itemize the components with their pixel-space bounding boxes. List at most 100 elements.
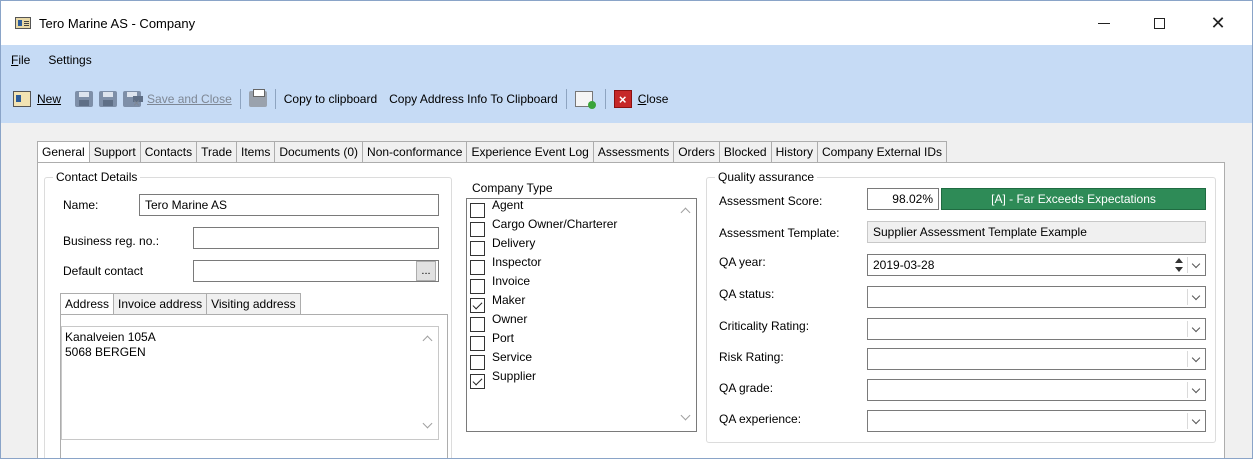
tab-general[interactable]: General [37,141,90,164]
tab-support[interactable]: Support [89,141,141,163]
save-as-icon[interactable] [99,91,118,107]
list-item-label: Inspector [492,255,542,269]
criticality-rating-select[interactable] [867,318,1206,340]
name-label: Name: [63,198,99,212]
printer-icon[interactable] [248,89,267,107]
chevron-down-icon[interactable] [1187,351,1203,367]
save-and-close-button[interactable]: Save and Close [123,87,232,111]
close-label: Close [637,92,669,106]
list-item[interactable]: Inspector [470,255,542,275]
qa-status-select[interactable] [867,286,1206,308]
list-item[interactable]: Port [470,331,515,351]
chevron-down-icon[interactable] [1187,413,1203,429]
checkbox-owner[interactable] [470,317,485,332]
list-item[interactable]: Agent [470,198,523,218]
address-scrollbar[interactable] [420,329,436,437]
assessment-score-field: 98.02% [867,188,939,210]
list-item[interactable]: Service [470,350,533,370]
assessment-grade-badge: [A] - Far Exceeds Expectations [941,188,1206,210]
maximize-button[interactable] [1136,9,1182,37]
quality-assurance-group: Quality assurance [706,170,1216,443]
list-item-label: Delivery [492,236,536,250]
qa-grade-select[interactable] [867,379,1206,401]
checkbox-agent[interactable] [470,203,485,218]
tab-invoice-address[interactable]: Invoice address [114,293,208,315]
default-contact-browse-button[interactable]: ... [416,261,436,281]
list-item[interactable]: Owner [470,312,527,332]
business-reg-field[interactable] [193,227,439,249]
checkbox-supplier[interactable] [470,374,485,389]
chevron-down-icon[interactable] [1187,321,1203,337]
checkbox-service[interactable] [470,355,485,370]
company-type-list[interactable]: Agent Cargo Owner/Charterer Delivery Ins… [466,198,697,432]
scroll-down-icon[interactable] [422,418,433,429]
save-icon[interactable] [75,91,94,107]
notes-icon[interactable] [574,91,596,109]
tab-company-external-ids[interactable]: Company External IDs [817,141,947,163]
company-type-scrollbar[interactable] [678,201,694,429]
toolbar-separator [604,89,606,109]
window-close-button[interactable]: ✕ [1195,9,1241,37]
chevron-down-icon[interactable] [1187,382,1203,398]
assessment-score-value: 98.02% [892,192,933,206]
list-item[interactable]: Maker [470,293,526,313]
name-field[interactable]: Tero Marine AS [139,194,439,216]
tab-assessments[interactable]: Assessments [593,141,675,163]
tab-trade[interactable]: Trade [197,141,237,163]
close-button[interactable]: × Close [613,87,669,111]
list-item[interactable]: Invoice [470,274,530,294]
checkbox-port[interactable] [470,336,485,351]
checkbox-cargo-owner[interactable] [470,222,485,237]
save-close-icon [123,91,144,107]
chevron-down-icon[interactable] [1187,289,1203,305]
qa-year-datepicker[interactable]: 2019-03-28 [867,254,1206,276]
tab-orders[interactable]: Orders [674,141,720,163]
company-window: Tero Marine AS - Company ✕ File Settings… [0,0,1253,459]
risk-rating-select[interactable] [867,348,1206,370]
scroll-up-icon[interactable] [422,335,433,346]
default-contact-field[interactable] [193,260,439,282]
list-item[interactable]: Delivery [470,236,536,256]
list-item-label: Maker [492,293,526,307]
tab-history[interactable]: History [771,141,818,163]
tab-address[interactable]: Address [60,293,115,316]
tab-blocked[interactable]: Blocked [719,141,772,163]
scroll-up-icon[interactable] [680,207,691,218]
minimize-icon [1098,22,1110,24]
qa-year-value: 2019-03-28 [873,258,935,272]
checkbox-maker[interactable] [470,298,485,313]
menu-file[interactable]: File [11,53,30,67]
address-tabs: Address Invoice address Visiting address [60,293,301,316]
menu-bar: File Settings [1,45,1252,75]
tab-items[interactable]: Items [237,141,276,163]
address-line-1: Kanalveien 105A [65,330,156,344]
checkbox-delivery[interactable] [470,241,485,256]
dropdown-icon[interactable] [1187,257,1203,273]
tab-experience-event-log[interactable]: Experience Event Log [467,141,594,163]
list-item-label: Service [492,350,533,364]
new-button[interactable]: New [13,87,61,111]
list-item-label: Port [492,331,515,345]
copy-to-clipboard-button[interactable]: Copy to clipboard [284,87,377,111]
title-bar: Tero Marine AS - Company ✕ [1,1,1252,45]
checkbox-invoice[interactable] [470,279,485,294]
list-item[interactable]: Supplier [470,369,536,389]
address-textarea[interactable]: Kanalveien 105A 5068 BERGEN [61,326,439,440]
minimize-button[interactable] [1081,9,1127,37]
checkbox-inspector[interactable] [470,260,485,275]
qa-status-label: QA status: [719,287,775,301]
default-contact-label: Default contact [63,264,144,278]
tab-non-conformance[interactable]: Non-conformance [363,141,468,163]
list-item[interactable]: Cargo Owner/Charterer [470,217,617,237]
menu-settings[interactable]: Settings [48,53,91,67]
window-title: Tero Marine AS - Company [39,16,196,31]
tab-visiting-address[interactable]: Visiting address [207,293,301,315]
qa-experience-select[interactable] [867,410,1206,432]
company-card-icon [15,17,31,29]
tab-documents[interactable]: Documents (0) [275,141,364,163]
scroll-down-icon[interactable] [680,410,691,421]
tab-contacts[interactable]: Contacts [140,141,198,163]
copy-address-button[interactable]: Copy Address Info To Clipboard [389,87,558,111]
toolbar-separator [565,89,567,109]
spin-updown-icon[interactable] [1173,258,1185,272]
